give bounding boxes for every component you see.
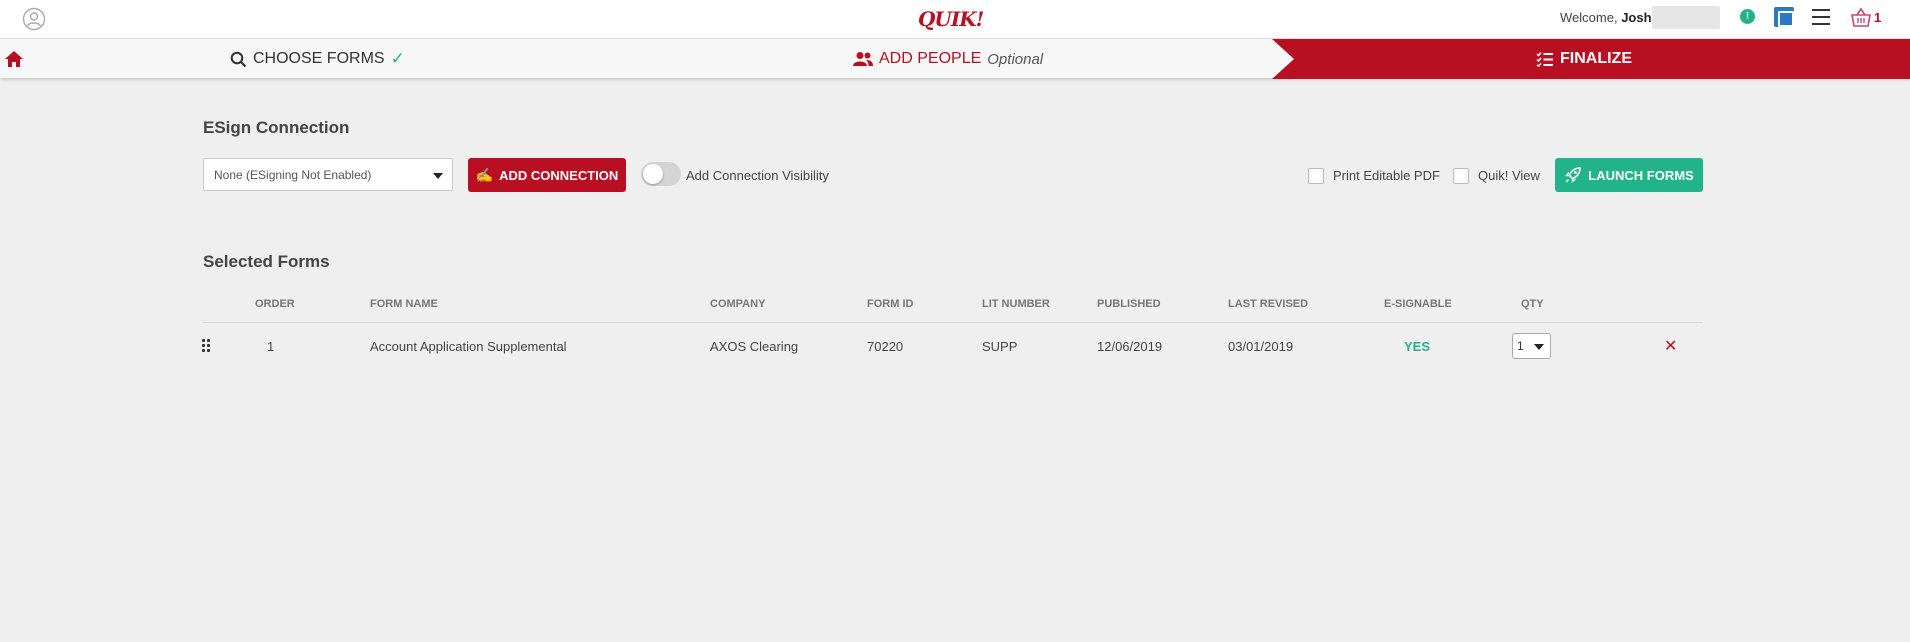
checkmark-icon: ✓ bbox=[390, 49, 405, 68]
row-company: AXOS Clearing bbox=[710, 339, 799, 354]
alert-icon[interactable]: ! bbox=[1740, 9, 1755, 24]
user-name: Josh bbox=[1621, 10, 1652, 25]
esign-connection-select[interactable]: None (ESigning Not Enabled) bbox=[203, 158, 453, 191]
selected-forms-title: Selected Forms bbox=[203, 252, 330, 271]
step-finalize[interactable]: FINALIZE bbox=[1536, 39, 1632, 79]
home-icon[interactable] bbox=[4, 49, 24, 69]
step-choose-forms[interactable]: CHOOSE FORMS ✓ bbox=[230, 39, 405, 79]
checklist-icon bbox=[1536, 52, 1553, 67]
table-divider bbox=[203, 322, 1703, 323]
rocket-icon bbox=[1565, 167, 1582, 183]
quik-view-label: Quik! View bbox=[1478, 168, 1540, 183]
esign-section-title: ESign Connection bbox=[203, 118, 350, 137]
launch-forms-label: LAUNCH FORMS bbox=[1588, 167, 1694, 183]
signature-icon: ✍ bbox=[475, 166, 494, 183]
row-order: 1 bbox=[267, 339, 275, 354]
step-finalize-label: FINALIZE bbox=[1560, 50, 1632, 67]
hamburger-menu-icon[interactable] bbox=[1812, 9, 1830, 25]
column-header-form-id[interactable]: FORM ID bbox=[867, 298, 913, 310]
chevron-down-icon bbox=[1534, 344, 1544, 350]
step-add-people-label: ADD PEOPLE bbox=[879, 50, 982, 67]
quik-view-checkbox[interactable] bbox=[1453, 168, 1469, 184]
esign-connection-value: None (ESigning Not Enabled) bbox=[214, 168, 372, 182]
column-header-esignable[interactable]: E-SIGNABLE bbox=[1384, 298, 1452, 310]
row-esignable-badge: YES bbox=[1404, 339, 1431, 354]
chevron-down-icon bbox=[433, 173, 443, 179]
row-lit-number: SUPP bbox=[982, 339, 1018, 354]
drag-handle-icon[interactable] bbox=[201, 338, 213, 354]
column-header-last-revised[interactable]: LAST REVISED bbox=[1228, 298, 1308, 310]
logo-text: QUIK! bbox=[918, 7, 984, 31]
step-choose-label: CHOOSE FORMS bbox=[253, 50, 385, 67]
add-connection-button[interactable]: ✍ ADD CONNECTION bbox=[468, 158, 626, 192]
search-icon bbox=[230, 51, 247, 67]
print-editable-pdf-checkbox[interactable] bbox=[1308, 168, 1324, 184]
step-add-people[interactable]: ADD PEOPLE Optional bbox=[852, 39, 1043, 79]
document-icon[interactable] bbox=[1774, 7, 1794, 27]
close-icon[interactable]: ✕ bbox=[1664, 336, 1677, 356]
column-header-company[interactable]: COMPANY bbox=[710, 298, 765, 310]
column-header-qty[interactable]: QTY bbox=[1521, 298, 1544, 310]
quantity-select[interactable]: 1 bbox=[1512, 333, 1551, 359]
user-circle-icon[interactable] bbox=[22, 7, 46, 31]
row-form-name: Account Application Supplemental bbox=[370, 339, 567, 354]
connection-visibility-label: Add Connection Visibility bbox=[686, 168, 829, 183]
column-header-lit-number[interactable]: LIT NUMBER bbox=[982, 298, 1050, 310]
step-add-people-note: Optional bbox=[987, 50, 1044, 68]
step-navigation: CHOOSE FORMS ✓ ADD PEOPLE Optional FINAL… bbox=[0, 38, 1910, 79]
print-editable-pdf-label: Print Editable PDF bbox=[1333, 168, 1440, 183]
column-header-form-name[interactable]: FORM NAME bbox=[370, 298, 438, 310]
row-last-revised: 03/01/2019 bbox=[1228, 339, 1294, 354]
welcome-text: Welcome, Josh bbox=[1560, 10, 1652, 25]
launch-forms-button[interactable]: LAUNCH FORMS bbox=[1555, 158, 1703, 192]
basket-icon[interactable] bbox=[1850, 7, 1872, 29]
column-header-published[interactable]: PUBLISHED bbox=[1097, 298, 1161, 310]
connection-visibility-toggle[interactable] bbox=[641, 162, 681, 186]
add-connection-label: ADD CONNECTION bbox=[499, 167, 619, 183]
user-name-redacted bbox=[1652, 6, 1720, 29]
row-form-id: 70220 bbox=[867, 339, 904, 354]
cart-count: 1 bbox=[1874, 10, 1882, 25]
quik-logo[interactable]: QUIK! bbox=[918, 5, 984, 33]
welcome-label: Welcome, bbox=[1560, 10, 1618, 25]
top-bar: QUIK! Welcome, Josh ! 1 bbox=[0, 0, 1910, 38]
row-published: 12/06/2019 bbox=[1097, 339, 1163, 354]
quantity-value: 1 bbox=[1517, 339, 1524, 353]
users-icon bbox=[853, 52, 873, 66]
column-header-order[interactable]: ORDER bbox=[255, 298, 295, 310]
